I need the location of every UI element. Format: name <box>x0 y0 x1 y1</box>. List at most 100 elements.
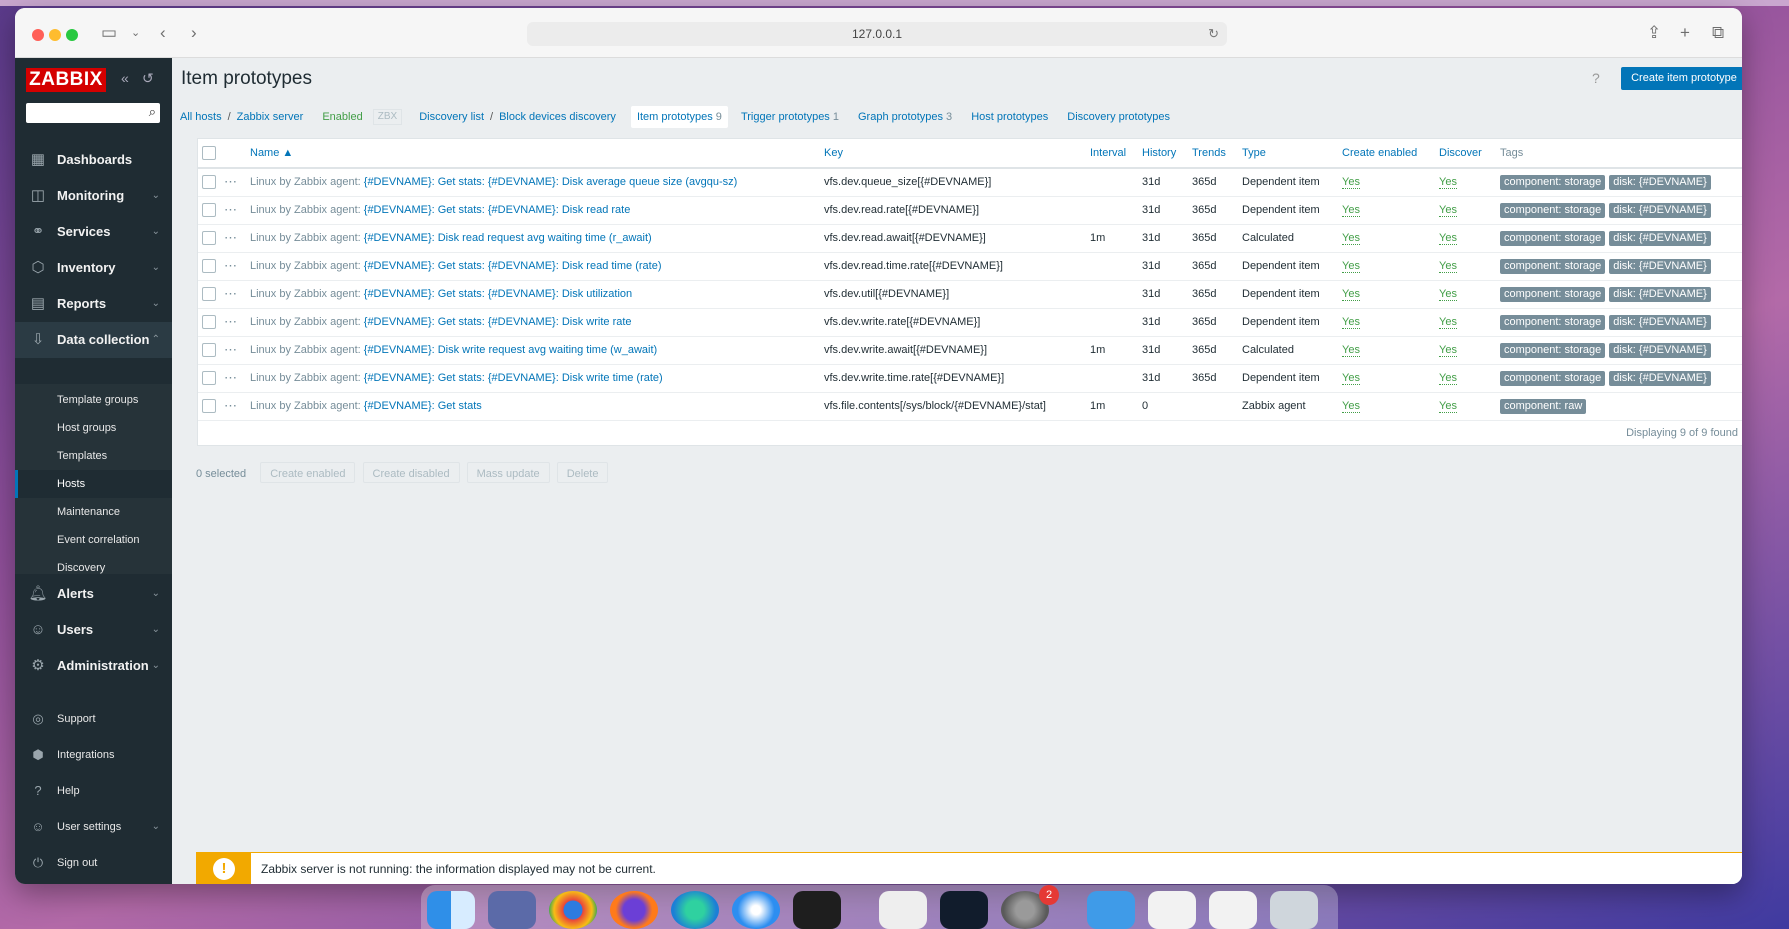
template-link[interactable]: Linux by Zabbix agent <box>250 260 358 272</box>
row-checkbox[interactable] <box>202 203 216 217</box>
forward-icon[interactable]: › <box>191 23 197 43</box>
safari-app-icon[interactable] <box>732 891 780 929</box>
textedit-app-icon[interactable] <box>879 891 927 929</box>
mass-update-button[interactable]: Mass update <box>466 462 550 483</box>
tag-badge[interactable]: component: storage <box>1500 342 1606 358</box>
breadcrumb-host[interactable]: Zabbix server <box>233 106 308 128</box>
tag-badge[interactable]: disk: {#DEVNAME} <box>1609 230 1711 246</box>
row-checkbox[interactable] <box>202 315 216 329</box>
sidebar-toggle-icon[interactable]: ▭ <box>101 23 117 43</box>
tab-item-prototypes[interactable]: Item prototypes 9 <box>630 106 728 128</box>
reload-icon[interactable]: ↻ <box>1208 22 1219 46</box>
document-thumbnail-icon[interactable] <box>1148 891 1196 929</box>
tag-badge[interactable]: component: storage <box>1500 258 1606 274</box>
submenu-host-groups[interactable]: Host groups <box>15 414 172 442</box>
column-name[interactable]: Name ▲ <box>250 139 824 169</box>
breadcrumb-discovery-rule[interactable]: Block devices discovery <box>495 106 620 128</box>
activity-monitor-app-icon[interactable] <box>940 891 988 929</box>
close-window-button[interactable] <box>32 29 44 41</box>
tag-badge[interactable]: component: storage <box>1500 314 1606 330</box>
tag-badge[interactable]: component: storage <box>1500 202 1606 218</box>
footer-support[interactable]: ◎ Support <box>15 704 172 734</box>
create-enabled-toggle[interactable]: Yes <box>1342 400 1360 413</box>
more-actions-icon[interactable]: ⋯ <box>224 398 238 413</box>
nav-reports[interactable]: ▤ Reports ⌄ <box>15 286 172 322</box>
kiosk-mode-icon[interactable]: ↺ <box>142 70 154 87</box>
sidebar-search-input[interactable]: ⌕ <box>26 103 160 123</box>
footer-user-settings[interactable]: ☺ User settings ⌄ <box>15 812 172 842</box>
item-prototype-name-link[interactable]: {#DEVNAME}: Get stats: {#DEVNAME}: Disk … <box>364 288 632 300</box>
discover-toggle[interactable]: Yes <box>1439 288 1457 301</box>
create-disabled-button[interactable]: Create disabled <box>362 462 460 483</box>
submenu-maintenance[interactable]: Maintenance <box>15 498 172 526</box>
tag-badge[interactable]: disk: {#DEVNAME} <box>1609 258 1711 274</box>
create-enabled-toggle[interactable]: Yes <box>1342 316 1360 329</box>
discover-toggle[interactable]: Yes <box>1439 316 1457 329</box>
template-link[interactable]: Linux by Zabbix agent <box>250 400 358 412</box>
row-checkbox[interactable] <box>202 287 216 301</box>
discover-toggle[interactable]: Yes <box>1439 232 1457 245</box>
create-enabled-toggle[interactable]: Yes <box>1342 344 1360 357</box>
trash-icon[interactable] <box>1270 891 1318 929</box>
submenu-templates[interactable]: Templates <box>15 442 172 470</box>
nav-dashboards[interactable]: ▦ Dashboards <box>15 142 172 178</box>
item-prototype-name-link[interactable]: {#DEVNAME}: Disk read request avg waitin… <box>364 232 652 244</box>
column-discover[interactable]: Discover <box>1439 139 1500 169</box>
discover-toggle[interactable]: Yes <box>1439 372 1457 385</box>
column-trends[interactable]: Trends <box>1192 139 1242 169</box>
more-actions-icon[interactable]: ⋯ <box>224 202 238 217</box>
column-history[interactable]: History <box>1142 139 1192 169</box>
tag-badge[interactable]: disk: {#DEVNAME} <box>1609 342 1711 358</box>
nav-alerts[interactable]: 🔔︎ Alerts ⌄ <box>15 576 172 612</box>
create-enabled-button[interactable]: Create enabled <box>260 462 356 483</box>
more-actions-icon[interactable]: ⋯ <box>224 286 238 301</box>
terminal-app-icon[interactable] <box>793 891 841 929</box>
search-icon[interactable]: ⌕ <box>149 104 156 120</box>
footer-integrations[interactable]: ⬢ Integrations <box>15 740 172 770</box>
tag-badge[interactable]: component: storage <box>1500 286 1606 302</box>
item-prototype-name-link[interactable]: {#DEVNAME}: Get stats <box>364 400 482 412</box>
item-prototype-name-link[interactable]: {#DEVNAME}: Get stats: {#DEVNAME}: Disk … <box>364 176 738 188</box>
address-bar[interactable]: 127.0.0.1 ↻ <box>527 22 1227 46</box>
item-prototype-name-link[interactable]: {#DEVNAME}: Get stats: {#DEVNAME}: Disk … <box>364 372 663 384</box>
column-type[interactable]: Type <box>1242 139 1342 169</box>
chrome-app-icon[interactable] <box>549 891 597 929</box>
discover-toggle[interactable]: Yes <box>1439 344 1457 357</box>
more-actions-icon[interactable]: ⋯ <box>224 258 238 273</box>
breadcrumb-all-hosts[interactable]: All hosts <box>176 106 226 128</box>
row-checkbox[interactable] <box>202 343 216 357</box>
discover-toggle[interactable]: Yes <box>1439 176 1457 190</box>
downloads-folder-icon[interactable] <box>1087 891 1135 929</box>
footer-sign-out[interactable]: ⏻ Sign out <box>15 848 172 878</box>
submenu-hosts[interactable]: Hosts <box>15 470 172 498</box>
more-actions-icon[interactable]: ⋯ <box>224 342 238 357</box>
tag-badge[interactable]: component: raw <box>1500 398 1587 414</box>
document-thumbnail-icon[interactable] <box>1209 891 1257 929</box>
tag-badge[interactable]: component: storage <box>1500 370 1606 386</box>
launchpad-app-icon[interactable] <box>488 891 536 929</box>
tab-graph-prototypes[interactable]: Graph prototypes 3 <box>852 106 958 128</box>
create-enabled-toggle[interactable]: Yes <box>1342 176 1360 190</box>
item-prototype-name-link[interactable]: {#DEVNAME}: Disk write request avg waiti… <box>364 344 657 356</box>
more-actions-icon[interactable]: ⋯ <box>224 314 238 329</box>
tag-badge[interactable]: component: storage <box>1500 174 1606 190</box>
collapse-sidebar-icon[interactable]: « <box>121 70 129 86</box>
firefox-app-icon[interactable] <box>610 891 658 929</box>
nav-services[interactable]: ⚭ Services ⌄ <box>15 214 172 250</box>
nav-administration[interactable]: ⚙ Administration ⌄ <box>15 648 172 684</box>
tab-trigger-prototypes[interactable]: Trigger prototypes 1 <box>735 106 845 128</box>
zabbix-logo[interactable]: ZABBIX <box>26 68 106 92</box>
discover-toggle[interactable]: Yes <box>1439 260 1457 273</box>
row-checkbox[interactable] <box>202 231 216 245</box>
column-interval[interactable]: Interval <box>1090 139 1142 169</box>
delete-button[interactable]: Delete <box>556 462 609 483</box>
create-enabled-toggle[interactable]: Yes <box>1342 204 1360 217</box>
nav-inventory[interactable]: ⬡ Inventory ⌄ <box>15 250 172 286</box>
tag-badge[interactable]: component: storage <box>1500 230 1606 246</box>
minimize-window-button[interactable] <box>49 29 61 41</box>
tab-overview-icon[interactable]: ⧉ <box>1712 23 1724 43</box>
template-link[interactable]: Linux by Zabbix agent <box>250 176 358 188</box>
column-key[interactable]: Key <box>824 139 1090 169</box>
discover-toggle[interactable]: Yes <box>1439 204 1457 217</box>
create-enabled-toggle[interactable]: Yes <box>1342 232 1360 245</box>
